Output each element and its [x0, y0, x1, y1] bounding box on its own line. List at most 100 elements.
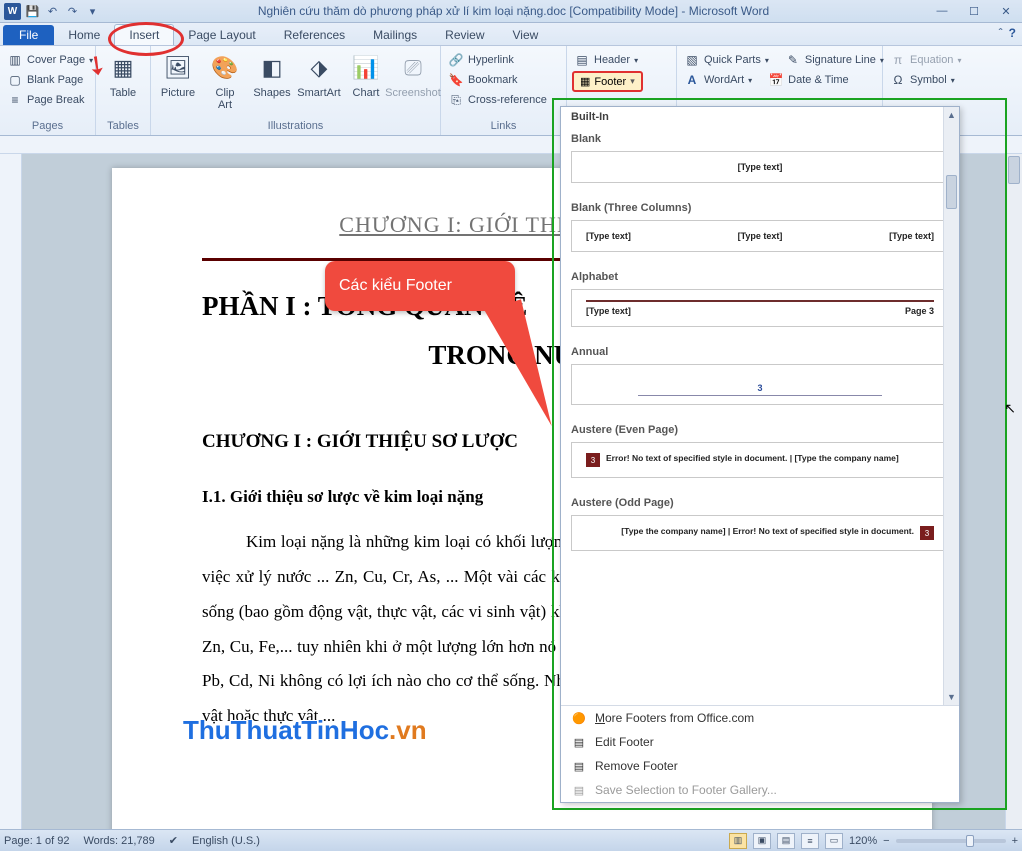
group-label-illustrations: Illustrations	[156, 119, 435, 133]
picture-icon: 🖼	[162, 52, 194, 84]
chart-icon: 📊	[350, 52, 382, 84]
group-tables: ▦ Table Tables	[96, 46, 151, 135]
footer-gallery-list[interactable]: Built-In Blank [Type text] Blank (Three …	[561, 107, 959, 705]
bookmark-icon: 🔖	[448, 72, 464, 88]
bookmark-button[interactable]: 🔖Bookmark	[446, 71, 520, 89]
view-print-layout-button[interactable]: ▥	[729, 833, 747, 849]
redo-icon[interactable]: ↷	[64, 3, 81, 20]
close-button[interactable]: ✕	[990, 0, 1022, 22]
view-draft-button[interactable]: ▭	[825, 833, 843, 849]
footer-icon: ▦	[580, 75, 590, 88]
quick-parts-button[interactable]: ▧Quick Parts▾	[682, 51, 771, 69]
status-bar: Page: 1 of 92 Words: 21,789 ✔ English (U…	[0, 829, 1022, 851]
scrollbar-thumb[interactable]	[1008, 156, 1020, 184]
clip-art-button[interactable]: 🎨Clip Art	[203, 48, 247, 111]
tab-home[interactable]: Home	[54, 25, 114, 45]
watermark: ThuThuatTinHoc.vn	[183, 715, 427, 746]
smartart-button[interactable]: ⬗SmartArt	[297, 48, 341, 99]
picture-button[interactable]: 🖼Picture	[156, 48, 200, 99]
cross-reference-button[interactable]: ⎘Cross-reference	[446, 91, 549, 109]
hyperlink-button[interactable]: 🔗Hyperlink	[446, 51, 516, 69]
wordart-icon: A	[684, 72, 700, 88]
gallery-item-blank[interactable]: Blank [Type text]	[561, 127, 959, 196]
undo-icon[interactable]: ↶	[44, 3, 61, 20]
cross-reference-icon: ⎘	[448, 92, 464, 108]
page-break-button[interactable]: ≡Page Break	[5, 91, 86, 109]
word-app-icon[interactable]: W	[4, 3, 21, 20]
date-time-icon: 📅	[768, 72, 784, 88]
gallery-scrollbar-thumb[interactable]	[946, 175, 957, 209]
vertical-scrollbar[interactable]	[1005, 154, 1022, 829]
file-tab[interactable]: File	[3, 25, 54, 45]
help-icon[interactable]: ?	[1009, 26, 1016, 40]
cover-page-icon: ▥	[7, 52, 23, 68]
status-words[interactable]: Words: 21,789	[83, 835, 154, 847]
gallery-footer-menu: 🟠More Footers from Office.com ▤Edit Foot…	[561, 705, 959, 802]
gallery-item-alphabet[interactable]: Alphabet [Type text]Page 3	[561, 265, 959, 340]
maximize-button[interactable]: ☐	[958, 0, 990, 22]
chevron-down-icon: ▾	[630, 76, 635, 87]
zoom-slider-thumb[interactable]	[966, 835, 974, 847]
footer-button[interactable]: ▦ Footer ▾	[572, 71, 643, 92]
more-footers-link[interactable]: 🟠More Footers from Office.com	[561, 706, 959, 730]
blank-page-button[interactable]: ▢Blank Page	[5, 71, 85, 89]
remove-footer-link[interactable]: ▤Remove Footer	[561, 754, 959, 778]
gallery-item-austere-odd[interactable]: Austere (Odd Page) [Type the company nam…	[561, 491, 959, 564]
tab-review[interactable]: Review	[431, 25, 498, 45]
tab-view[interactable]: View	[499, 25, 553, 45]
tab-references[interactable]: References	[270, 25, 359, 45]
wordart-button[interactable]: AWordArt▾	[682, 71, 754, 89]
signature-line-button[interactable]: ✎Signature Line▾	[783, 51, 886, 69]
cover-page-button[interactable]: ▥Cover Page▾	[5, 51, 95, 69]
gallery-item-annual[interactable]: Annual 3	[561, 340, 959, 418]
gallery-scrollbar[interactable]: ▲ ▼	[943, 107, 959, 705]
minimize-ribbon-icon[interactable]: ˆ	[999, 26, 1003, 40]
gallery-item-austere-even[interactable]: Austere (Even Page) 3 Error! No text of …	[561, 418, 959, 491]
gallery-preview-alphabet: [Type text]Page 3	[571, 289, 949, 327]
equation-button[interactable]: πEquation▾	[888, 51, 963, 69]
zoom-level[interactable]: 120%	[849, 835, 877, 847]
header-button[interactable]: ▤Header▾	[572, 51, 640, 69]
gallery-scroll-up-icon[interactable]: ▲	[944, 107, 959, 123]
tab-mailings[interactable]: Mailings	[359, 25, 431, 45]
quick-access-toolbar: W 💾 ↶ ↷ ▾	[0, 3, 101, 20]
table-icon: ▦	[107, 52, 139, 84]
blank-page-icon: ▢	[7, 72, 23, 88]
gallery-scroll-down-icon[interactable]: ▼	[944, 689, 959, 705]
symbol-button[interactable]: ΩSymbol▾	[888, 71, 957, 89]
view-full-screen-button[interactable]: ▣	[753, 833, 771, 849]
zoom-out-button[interactable]: −	[883, 835, 889, 847]
screenshot-button[interactable]: ⎚Screenshot	[391, 48, 435, 99]
window-title: Nghiên cứu thăm dò phương pháp xử lí kim…	[101, 4, 926, 18]
group-illustrations: 🖼Picture 🎨Clip Art ◧Shapes ⬗SmartArt 📊Ch…	[151, 46, 441, 135]
smartart-icon: ⬗	[303, 52, 335, 84]
chart-button[interactable]: 📊Chart	[344, 48, 388, 99]
equation-icon: π	[890, 52, 906, 68]
tab-insert[interactable]: Insert	[114, 24, 174, 45]
zoom-in-button[interactable]: +	[1012, 835, 1018, 847]
vertical-ruler[interactable]	[0, 154, 22, 829]
view-outline-button[interactable]: ≡	[801, 833, 819, 849]
shapes-button[interactable]: ◧Shapes	[250, 48, 294, 99]
footer-gallery: Built-In Blank [Type text] Blank (Three …	[560, 106, 960, 803]
zoom-slider[interactable]	[896, 839, 1006, 843]
callout-text: Các kiểu Footer	[339, 277, 452, 294]
view-web-layout-button[interactable]: ▤	[777, 833, 795, 849]
status-page[interactable]: Page: 1 of 92	[4, 835, 69, 847]
gallery-preview-blank-three: [Type text] [Type text] [Type text]	[571, 220, 949, 252]
qat-customize-icon[interactable]: ▾	[84, 3, 101, 20]
page-break-icon: ≡	[7, 92, 23, 108]
remove-icon: ▤	[571, 758, 587, 774]
date-time-button[interactable]: 📅Date & Time	[766, 71, 851, 89]
minimize-button[interactable]: —	[926, 0, 958, 22]
mouse-cursor-icon: ↖	[1004, 400, 1016, 417]
status-proofing-icon[interactable]: ✔	[169, 834, 178, 847]
group-label-tables: Tables	[101, 119, 145, 133]
gallery-item-blank-three[interactable]: Blank (Three Columns) [Type text] [Type …	[561, 196, 959, 265]
tab-page-layout[interactable]: Page Layout	[174, 25, 269, 45]
status-language[interactable]: English (U.S.)	[192, 835, 260, 847]
group-label-pages: Pages	[5, 119, 90, 133]
table-button[interactable]: ▦ Table	[101, 48, 145, 99]
edit-footer-link[interactable]: ▤Edit Footer	[561, 730, 959, 754]
save-icon[interactable]: 💾	[24, 3, 41, 20]
